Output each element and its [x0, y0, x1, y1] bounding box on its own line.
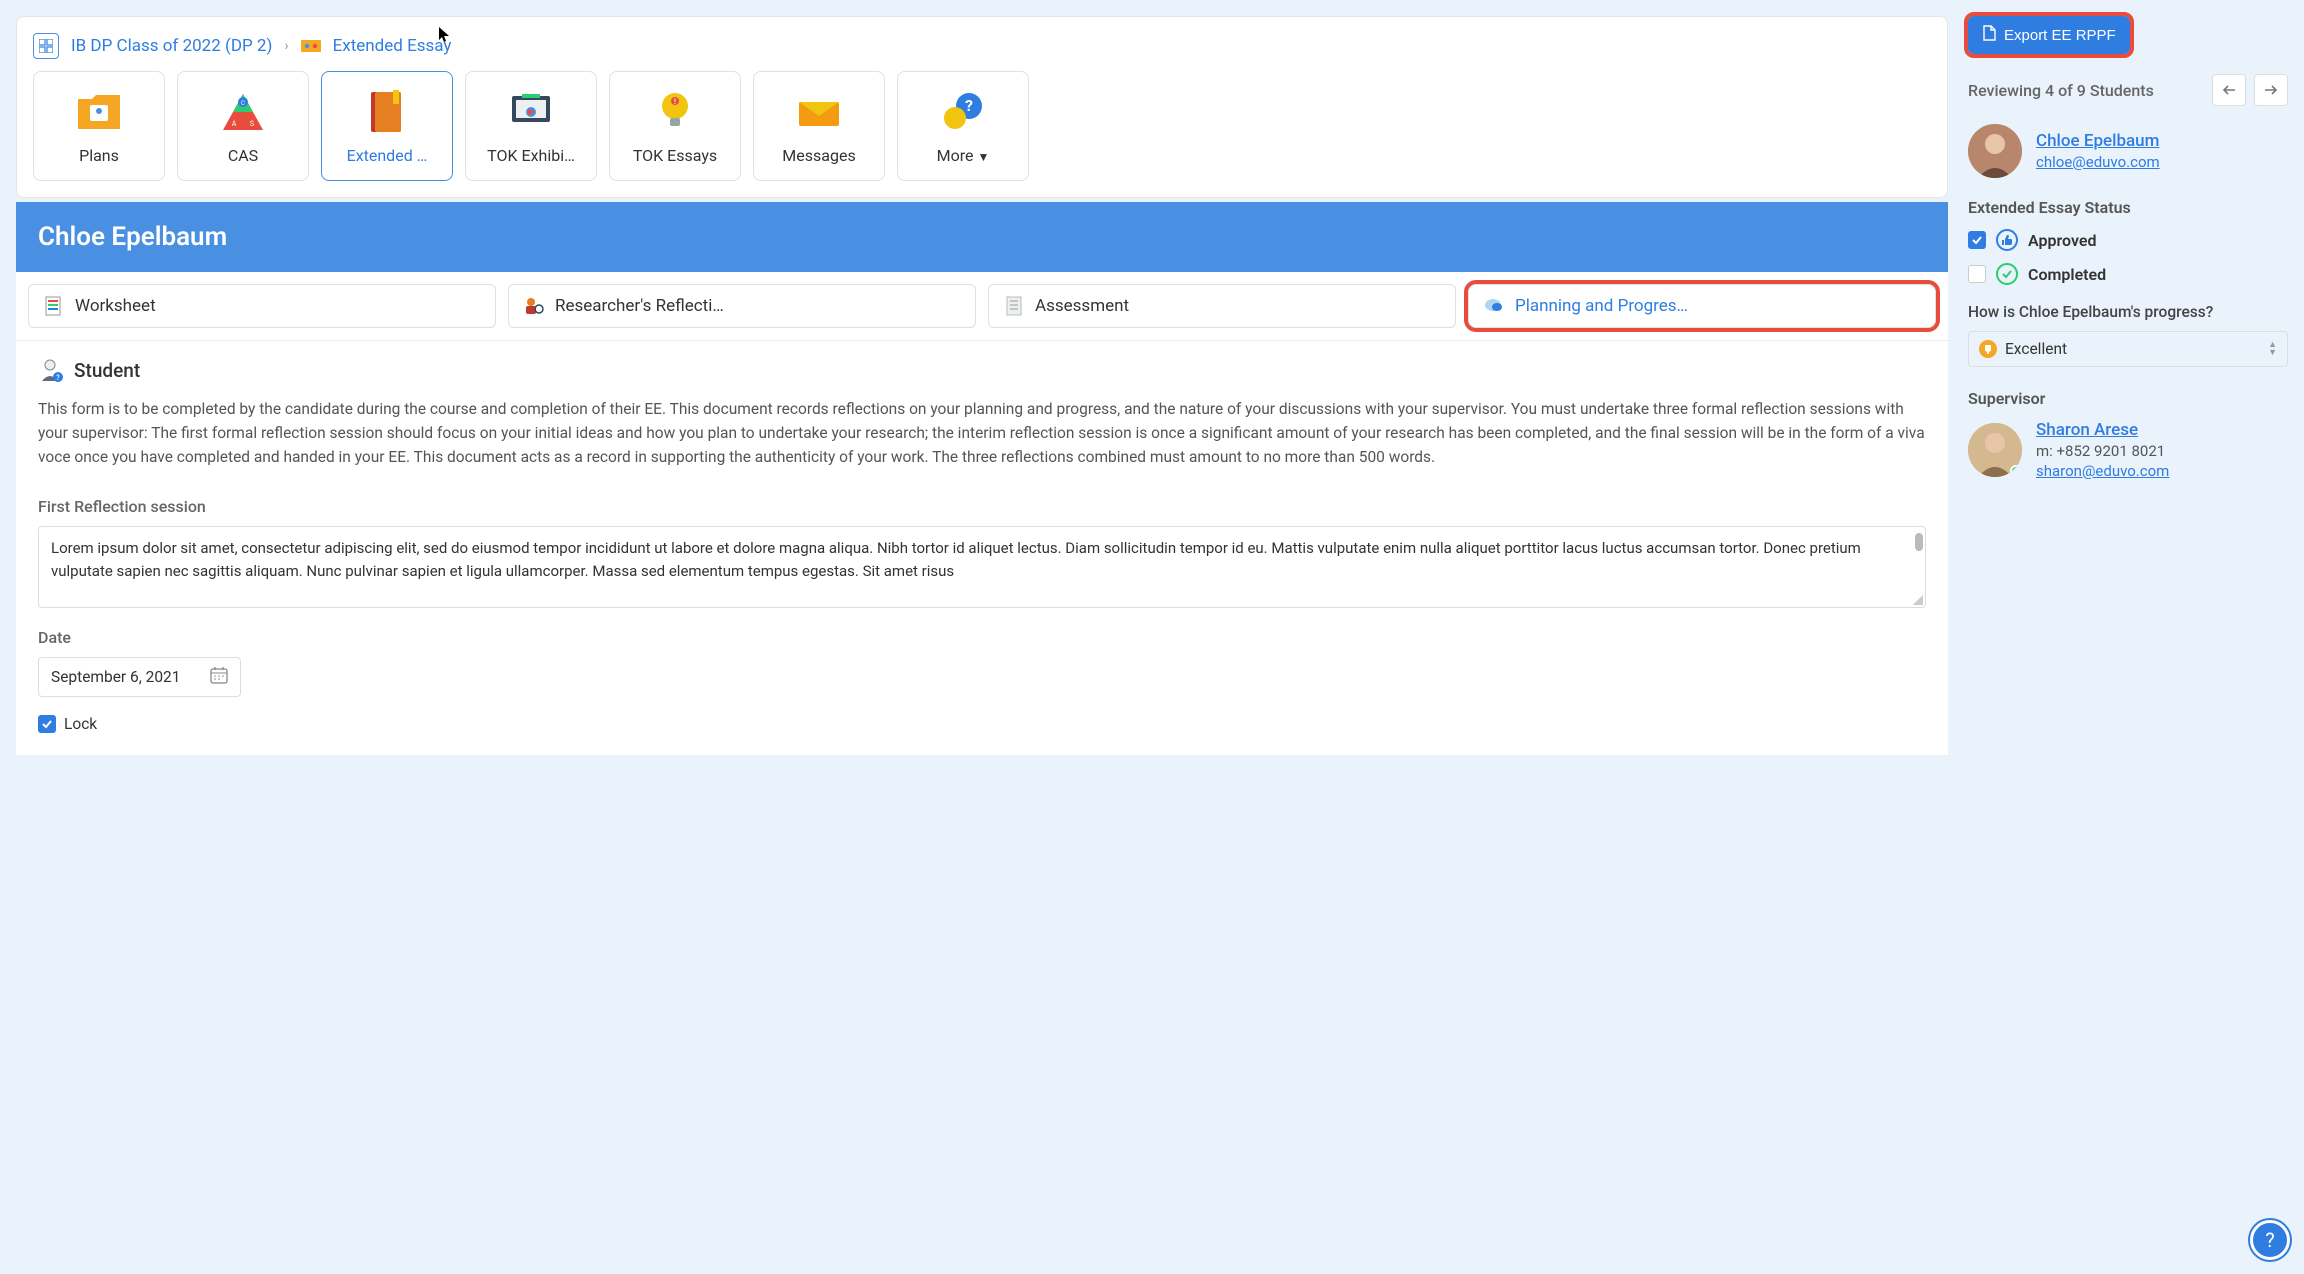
nav-card-plans[interactable]: Plans	[33, 71, 165, 181]
svg-text:?: ?	[965, 96, 973, 115]
approved-checkbox[interactable]	[1968, 231, 1986, 249]
progress-question: How is Chloe Epelbaum's progress?	[1968, 303, 2288, 321]
assessment-icon	[1003, 295, 1025, 317]
presentation-icon	[507, 88, 555, 136]
help-button[interactable]: ?	[2250, 1220, 2290, 1260]
completed-checkbox[interactable]	[1968, 265, 1986, 283]
breadcrumb-page[interactable]: Extended Essay	[333, 36, 452, 56]
check-circle-icon	[1996, 263, 2018, 285]
speech-icon	[1483, 295, 1505, 317]
calendar-icon	[210, 666, 228, 688]
date-input[interactable]: September 6, 2021	[38, 657, 241, 697]
envelope-icon	[795, 88, 843, 136]
tab-assessment[interactable]: Assessment	[988, 284, 1456, 328]
section-title: ? Student	[38, 357, 1926, 383]
review-count-text: Reviewing 4 of 9 Students	[1968, 81, 2154, 100]
status-completed-row: Completed	[1968, 263, 2288, 285]
lightbulb-icon: !	[651, 88, 699, 136]
tab-label: Worksheet	[75, 296, 156, 316]
reflection-textarea[interactable]: Lorem ipsum dolor sit amet, consectetur …	[38, 526, 1926, 608]
scrollbar-thumb[interactable]	[1915, 533, 1923, 551]
lock-checkbox[interactable]	[38, 715, 56, 733]
export-rppf-button[interactable]: Export EE RPPF	[1968, 16, 2130, 54]
student-name-link[interactable]: Chloe Epelbaum	[2036, 131, 2160, 151]
document-icon	[1982, 25, 1996, 45]
nav-card-messages[interactable]: Messages	[753, 71, 885, 181]
worksheet-icon	[43, 295, 65, 317]
thumbs-up-icon	[1996, 229, 2018, 251]
lock-label: Lock	[64, 715, 97, 733]
review-row: Reviewing 4 of 9 Students	[1968, 74, 2288, 106]
breadcrumb-separator: ›	[284, 38, 288, 54]
select-spinner-icon: ▲▼	[2268, 341, 2277, 357]
supervisor-block: Sharon Arese m: +852 9201 8021 sharon@ed…	[1968, 420, 2288, 480]
svg-text:C: C	[241, 100, 245, 107]
svg-text:A: A	[232, 120, 237, 128]
nav-card-label: Messages	[782, 146, 855, 165]
nav-card-label: CAS	[228, 146, 258, 165]
supervisor-phone: m: +852 9201 8021	[2036, 442, 2169, 460]
triangle-icon: C A S	[219, 88, 267, 136]
nav-card-label: More▼	[937, 146, 990, 165]
nav-card-label: TOK Exhibi…	[487, 146, 575, 165]
tab-worksheet[interactable]: Worksheet	[28, 284, 496, 328]
section-description: This form is to be completed by the cand…	[38, 397, 1926, 469]
progress-value: Excellent	[2005, 340, 2067, 358]
svg-text:?: ?	[56, 374, 60, 382]
export-label: Export EE RPPF	[2004, 27, 2116, 44]
tab-label: Planning and Progres…	[1515, 296, 1688, 316]
nav-card-tok-essays[interactable]: ! TOK Essays	[609, 71, 741, 181]
tabs-row: Worksheet Researcher's Reflecti… Assessm…	[16, 272, 1948, 341]
folder-icon	[75, 88, 123, 136]
breadcrumb-class[interactable]: IB DP Class of 2022 (DP 2)	[71, 36, 272, 56]
student-block: Chloe Epelbaum chloe@eduvo.com	[1968, 124, 2288, 178]
student-avatar	[1968, 124, 2022, 178]
nav-card-more[interactable]: ? More▼	[897, 71, 1029, 181]
nav-card-label: Plans	[79, 146, 119, 165]
class-icon	[301, 38, 321, 54]
trophy-icon	[1979, 340, 1997, 358]
nav-card-row: Plans CAS CAS Extended …	[33, 71, 1931, 181]
breadcrumb: IB DP Class of 2022 (DP 2) › Extended Es…	[33, 29, 1931, 71]
online-status-dot	[2010, 465, 2022, 477]
supervisor-email-link[interactable]: sharon@eduvo.com	[2036, 462, 2169, 480]
student-email-link[interactable]: chloe@eduvo.com	[2036, 153, 2160, 171]
nav-card-tok-exhibition[interactable]: TOK Exhibi…	[465, 71, 597, 181]
date-label: Date	[38, 628, 1926, 647]
reflection-text: Lorem ipsum dolor sit amet, consectetur …	[51, 539, 1861, 580]
student-name-header: Chloe Epelbaum	[16, 202, 1948, 272]
next-student-button[interactable]	[2254, 74, 2288, 106]
tab-researchers-reflection[interactable]: Researcher's Reflecti…	[508, 284, 976, 328]
nav-card-extended-essay[interactable]: Extended …	[321, 71, 453, 181]
tab-label: Researcher's Reflecti…	[555, 296, 724, 316]
book-icon	[363, 88, 411, 136]
progress-select[interactable]: Excellent ▲▼	[1968, 331, 2288, 367]
svg-text:S: S	[250, 120, 254, 128]
date-value: September 6, 2021	[51, 668, 180, 686]
content-body: ? Student This form is to be completed b…	[16, 341, 1948, 755]
section-title-text: Student	[74, 359, 140, 382]
status-completed-label: Completed	[2028, 265, 2106, 284]
status-approved-row: Approved	[1968, 229, 2288, 251]
tab-planning-progress[interactable]: Planning and Progres…	[1468, 284, 1936, 328]
top-navigation-card: IB DP Class of 2022 (DP 2) › Extended Es…	[16, 16, 1948, 198]
nav-card-cas[interactable]: CAS CAS	[177, 71, 309, 181]
reflection-label: First Reflection session	[38, 497, 1926, 516]
prev-student-button[interactable]	[2212, 74, 2246, 106]
question-icon: ?	[939, 88, 987, 136]
supervisor-name-link[interactable]: Sharon Arese	[2036, 420, 2169, 440]
tab-label: Assessment	[1035, 296, 1129, 316]
student-icon: ?	[38, 357, 64, 383]
nav-card-label: Extended …	[347, 146, 428, 165]
chevron-down-icon: ▼	[977, 150, 989, 164]
dashboard-icon[interactable]	[33, 33, 59, 59]
nav-card-label: TOK Essays	[633, 146, 717, 165]
researcher-icon	[523, 295, 545, 317]
lock-row: Lock	[38, 715, 1926, 733]
status-approved-label: Approved	[2028, 231, 2097, 250]
status-heading: Extended Essay Status	[1968, 198, 2288, 217]
svg-text:!: !	[674, 98, 676, 106]
supervisor-heading: Supervisor	[1968, 389, 2288, 408]
supervisor-avatar	[1968, 423, 2022, 477]
